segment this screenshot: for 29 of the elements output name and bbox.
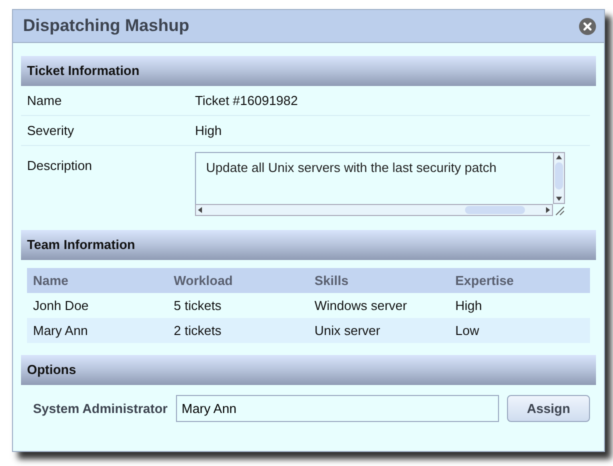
- description-field[interactable]: Update all Unix servers with the last security patch: [195, 152, 553, 204]
- horizontal-scrollbar[interactable]: [195, 204, 553, 216]
- section-header: Options: [21, 355, 596, 385]
- resize-grip-icon[interactable]: [553, 204, 565, 216]
- field-label: System Administrator: [33, 400, 168, 418]
- table-cell-text: Unix server: [314, 322, 382, 340]
- table-cell-text: Jonh Doe: [32, 296, 90, 315]
- close-icon[interactable]: [579, 18, 596, 34]
- table-cell-text: Low: [454, 322, 480, 340]
- admin-field[interactable]: Mary Ann: [176, 395, 499, 422]
- field-label: Name: [27, 92, 63, 110]
- table-cell-text: High: [454, 296, 483, 315]
- table-cell-text: Windows server: [314, 296, 408, 315]
- section-header: Team Information: [21, 230, 596, 260]
- table-cell-text: Mary Ann: [32, 322, 89, 340]
- vertical-scrollbar[interactable]: [553, 152, 565, 204]
- table-cell-text: 2 tickets: [172, 322, 222, 340]
- field-label: Severity: [27, 122, 75, 140]
- column-header: Workload: [172, 272, 234, 290]
- column-header: Name: [32, 272, 70, 290]
- field-label: Description: [27, 157, 94, 175]
- column-header: Expertise: [454, 272, 515, 290]
- field-value: High: [195, 122, 222, 140]
- field-value: Ticket #16091982: [195, 92, 298, 110]
- column-header: Skills: [314, 272, 350, 290]
- assign-button[interactable]: Assign: [507, 395, 590, 422]
- window-title: Dispatching Mashup: [23, 16, 190, 36]
- table-cell-text: 5 tickets: [172, 296, 222, 315]
- section-header: Ticket Information: [21, 56, 596, 86]
